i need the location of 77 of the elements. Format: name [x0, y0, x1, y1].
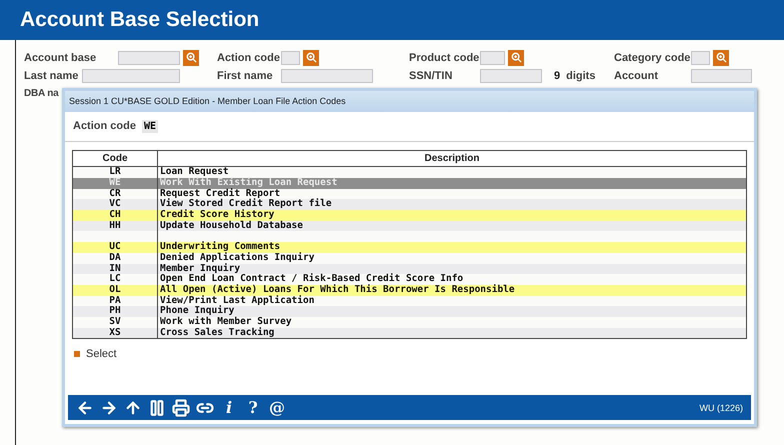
column-header: Description — [423, 152, 480, 166]
input-field[interactable] — [691, 68, 752, 82]
table-row[interactable]: CH Credit Score History — [73, 210, 746, 221]
search-button[interactable] — [183, 50, 199, 66]
search-icon — [186, 52, 196, 63]
description-cell-text: Member Inquiry — [159, 264, 242, 274]
table-row[interactable]: DA Denied Applications Inquiry — [73, 252, 746, 264]
description-cell-text: Cross Sales Tracking — [159, 328, 276, 338]
description-cell-text: Underwriting Comments — [159, 242, 280, 252]
table-row[interactable]: LR Loan Request — [73, 167, 746, 178]
field-label: DBA na — [24, 88, 60, 99]
table-row[interactable]: CR Request Credit Report — [73, 188, 746, 200]
input-field[interactable] — [480, 50, 505, 64]
description-cell-text: View Stored Credit Report file — [159, 199, 333, 210]
field-label: Product code — [409, 52, 480, 64]
table-row[interactable]: IN Member Inquiry — [73, 264, 746, 274]
table-row[interactable]: OL All Open (Active) Loans For Which This Borrower Is Responsible — [73, 284, 746, 296]
select-link[interactable]: Select — [74, 348, 754, 360]
description-cell-text: Work With Existing Loan Request — [159, 178, 338, 188]
input-field[interactable] — [281, 68, 373, 82]
description-cell-text: Request Credit Report — [159, 188, 282, 199]
digit-count: 9 — [554, 70, 560, 82]
description-cell-text: Denied Applications Inquiry — [159, 252, 316, 263]
search-button[interactable] — [508, 50, 524, 66]
table-row[interactable]: VC View Stored Credit Report file — [73, 199, 746, 210]
printer-icon-button[interactable] — [172, 398, 190, 417]
toolbar-button[interactable]: @ — [268, 398, 286, 417]
action-code-value: WE — [142, 120, 158, 133]
search-icon — [510, 52, 522, 63]
search-button[interactable] — [713, 50, 729, 66]
description-cell-text: All Open (Active) Loans For Which This Borrower Is Responsible — [159, 284, 516, 295]
table-row[interactable]: PH Phone Inquiry — [73, 306, 746, 317]
up-arrow-icon-button[interactable] — [124, 398, 142, 417]
forward-arrow-icon — [100, 398, 118, 417]
forward-arrow-icon-button[interactable] — [100, 398, 118, 417]
table-row[interactable]: SV Work with Member Survey — [73, 316, 746, 328]
table-row[interactable]: HH Update Household Database — [73, 220, 746, 232]
field-label: First name — [217, 70, 274, 82]
status-text: WU (1226) — [699, 402, 743, 413]
field-label: Account — [614, 70, 659, 82]
input-field[interactable] — [281, 50, 300, 64]
toolbar-button[interactable]: ? — [244, 398, 262, 417]
table-row[interactable]: LC Open End Loan Contract / Risk-Based Credit Score Info — [73, 274, 746, 285]
back-arrow-icon-button[interactable] — [76, 398, 94, 417]
printer-icon — [172, 398, 190, 417]
table-row[interactable]: UC Underwriting Comments — [73, 242, 746, 253]
input-field[interactable] — [480, 68, 542, 82]
field-label: Action code — [217, 52, 281, 64]
description-cell-text: Phone Inquiry — [159, 306, 236, 316]
description-cell-text: Update Household Database — [159, 220, 304, 232]
input-field[interactable] — [82, 68, 180, 82]
search-button[interactable] — [303, 50, 319, 66]
pause-icon-button[interactable] — [148, 398, 166, 417]
description-cell-text: Work with Member Survey — [159, 316, 293, 327]
field-label: Last name — [24, 70, 80, 82]
input-field[interactable] — [691, 50, 710, 64]
field-label: SSN/TIN — [409, 70, 454, 82]
description-cell-text: Credit Score History — [159, 210, 276, 220]
input-field[interactable] — [118, 50, 180, 64]
description-cell-text: Loan Request — [159, 167, 229, 178]
code-cell: XS — [73, 328, 158, 338]
column-header: Code — [73, 151, 158, 166]
search-icon — [306, 52, 316, 63]
action-code-label: Action code — [73, 120, 136, 132]
table-row[interactable]: PA View/Print Last Application — [73, 296, 746, 306]
search-icon — [716, 52, 726, 63]
page-title: Account Base Selection — [20, 8, 260, 32]
field-label: Account base — [24, 52, 98, 64]
description-cell-text: Open End Loan Contract / Risk-Based Credit Score Info — [159, 274, 464, 284]
table-row[interactable]: XS Cross Sales Tracking — [73, 328, 746, 338]
description-cell-text: View/Print Last Application — [159, 296, 316, 306]
bullet-icon — [74, 351, 80, 358]
dialog-title: Session 1 CU*BASE GOLD Edition - Member Loan File Action Codes — [65, 91, 754, 112]
field-unit: digits — [566, 70, 596, 82]
field-label: Category code — [614, 52, 691, 64]
pause-icon — [148, 398, 166, 417]
toolbar-button[interactable]: i — [220, 398, 238, 417]
